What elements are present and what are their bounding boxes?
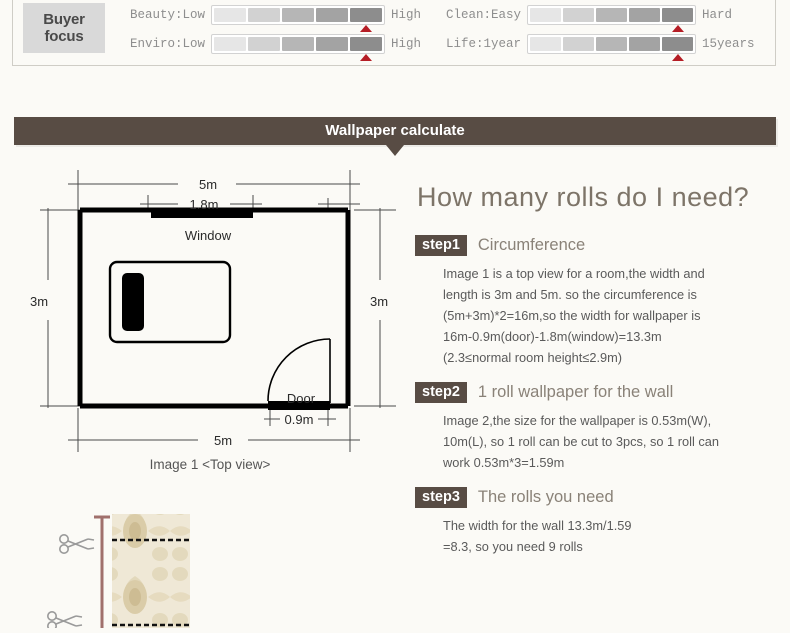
dim-window: 1.8m (190, 197, 219, 212)
metric-label: Clean:Easy (445, 8, 521, 22)
metric-bar-segment (248, 37, 280, 51)
step-body-line: work 0.53m*3=1.59m (443, 455, 565, 470)
metric-marker-icon (360, 25, 372, 32)
metric-bar-segment (282, 37, 314, 51)
step-title: The rolls you need (477, 488, 614, 506)
metric-bar-segment (563, 37, 594, 51)
step-body: The width for the wall 13.3m/1.59 =8.3, s… (443, 515, 780, 557)
step-body-line: =8.3, so you need 9 rolls (443, 539, 583, 554)
step-header: step3 The rolls you need (415, 487, 780, 508)
metric-end-label: High (391, 37, 422, 51)
metric-bar-segment (662, 37, 693, 51)
rolls-heading: How many rolls do I need? (417, 182, 750, 212)
wallpaper-calculate-arrow-icon (386, 145, 404, 156)
step-body: Image 1 is a top view for a room,the wid… (443, 263, 780, 368)
step-header: step2 1 roll wallpaper for the wall (415, 382, 780, 403)
pillow (122, 273, 144, 331)
metric-bar-track (527, 34, 696, 54)
scissors-icon-lower (46, 611, 83, 632)
step-block: step2 1 roll wallpaper for the wall Image … (415, 382, 780, 473)
step-body-line: The width for the wall 13.3m/1.59 (443, 518, 632, 533)
step-body-line: (2.3≤normal room height≤2.9m) (443, 350, 623, 365)
dim-door: 0.9m (285, 412, 314, 427)
metric-bar-segment (662, 8, 693, 22)
step-badge: step2 (415, 382, 467, 403)
metric-label: Life:1year (445, 37, 521, 51)
metric-bar-track (527, 5, 696, 25)
metric-bar-segment (530, 37, 561, 51)
metric-bar-segment (629, 37, 660, 51)
metric-bar-segment (316, 8, 348, 22)
step-badge: step3 (415, 487, 467, 508)
step-title: 1 roll wallpaper for the wall (477, 383, 674, 401)
metric-label: Enviro:Low (129, 37, 205, 51)
metric-bar-segment (248, 8, 280, 22)
metric-row: Beauty:Low High (125, 4, 422, 32)
metric-bar-segment (350, 37, 382, 51)
diagram-caption: Image 1 <Top view> (150, 457, 271, 472)
metric-bar-segment (563, 8, 594, 22)
metric-bar-segment (316, 37, 348, 51)
room-top-view-diagram: 5m 1.8m Window 3m 3m Door 0.9m 5m Image … (18, 160, 410, 485)
rolls-explanation-column: How many rolls do I need? step1 Circumfer… (415, 182, 780, 571)
metric-row: Clean:Easy Hard (443, 4, 733, 32)
metric-row: Life:1year 15years (443, 33, 755, 61)
metric-marker-icon (671, 54, 684, 61)
step-body-line: 10m(L), so 1 roll can be cut to 3pcs, so… (443, 434, 719, 449)
metric-row: Enviro:Low High (125, 33, 422, 61)
metric-bar-segment (282, 8, 314, 22)
dim-top: 5m (199, 177, 217, 192)
scissors-icon (58, 533, 95, 554)
metric-bar[interactable] (211, 5, 385, 32)
metric-bar-segment (596, 8, 627, 22)
step-header: step1 Circumference (415, 235, 780, 256)
buyer-focus-badge-line2: focus (44, 28, 84, 45)
metric-bar-segment (629, 8, 660, 22)
step-body-line: Image 1 is a top view for a room,the wid… (443, 266, 705, 281)
metric-bar-segment (214, 37, 246, 51)
step-body-line: (5m+3m)*2=16m,so the width for wallpaper… (443, 308, 701, 323)
label-window: Window (185, 228, 232, 243)
metric-label: Beauty:Low (129, 8, 205, 22)
step-body: Image 2,the size for the wallpaper is 0.… (443, 410, 780, 473)
buyer-focus-badge: Buyer focus (23, 3, 105, 53)
metric-marker-icon (671, 25, 684, 32)
wallpaper-calculate-bar: Wallpaper calculate (14, 117, 776, 145)
step-badge: step1 (415, 235, 467, 256)
dim-left: 3m (30, 294, 48, 309)
buyer-focus-badge-line1: Buyer (43, 11, 85, 28)
step-block: step3 The rolls you need The width for the… (415, 487, 780, 557)
wallpaper-calculate-title: Wallpaper calculate (325, 122, 465, 139)
metric-bar-track (211, 34, 385, 54)
metric-end-label: 15years (702, 37, 755, 51)
dim-right: 3m (370, 294, 388, 309)
step-block: step1 Circumference Image 1 is a top view … (415, 235, 780, 368)
buyer-focus-panel: Buyer focus Beauty:Low High Enviro:Low High… (12, 0, 776, 66)
step-body-line: Image 2,the size for the wallpaper is 0.… (443, 413, 712, 428)
step-body-line: length is 3m and 5m. so the circumferenc… (443, 287, 697, 302)
metric-marker-icon (360, 54, 372, 61)
metric-end-label: High (391, 8, 422, 22)
steps-list: step1 Circumference Image 1 is a top view … (415, 235, 780, 557)
metric-end-label: Hard (702, 8, 733, 22)
metric-bar-segment (530, 8, 561, 22)
metric-bar-track (211, 5, 385, 25)
wallpaper-roll-illustration (30, 498, 290, 632)
step-body-line: 16m-0.9m(door)-1.8m(window)=13.3m (443, 329, 662, 344)
wallpaper-swatch (112, 514, 190, 628)
metric-bar[interactable] (527, 34, 696, 61)
label-door: Door (287, 391, 316, 406)
dim-bottom: 5m (214, 433, 232, 448)
metric-bar-segment (350, 8, 382, 22)
metric-bar[interactable] (211, 34, 385, 61)
metric-bar[interactable] (527, 5, 696, 32)
metric-bar-segment (214, 8, 246, 22)
step-title: Circumference (477, 236, 586, 254)
metric-bar-segment (596, 37, 627, 51)
